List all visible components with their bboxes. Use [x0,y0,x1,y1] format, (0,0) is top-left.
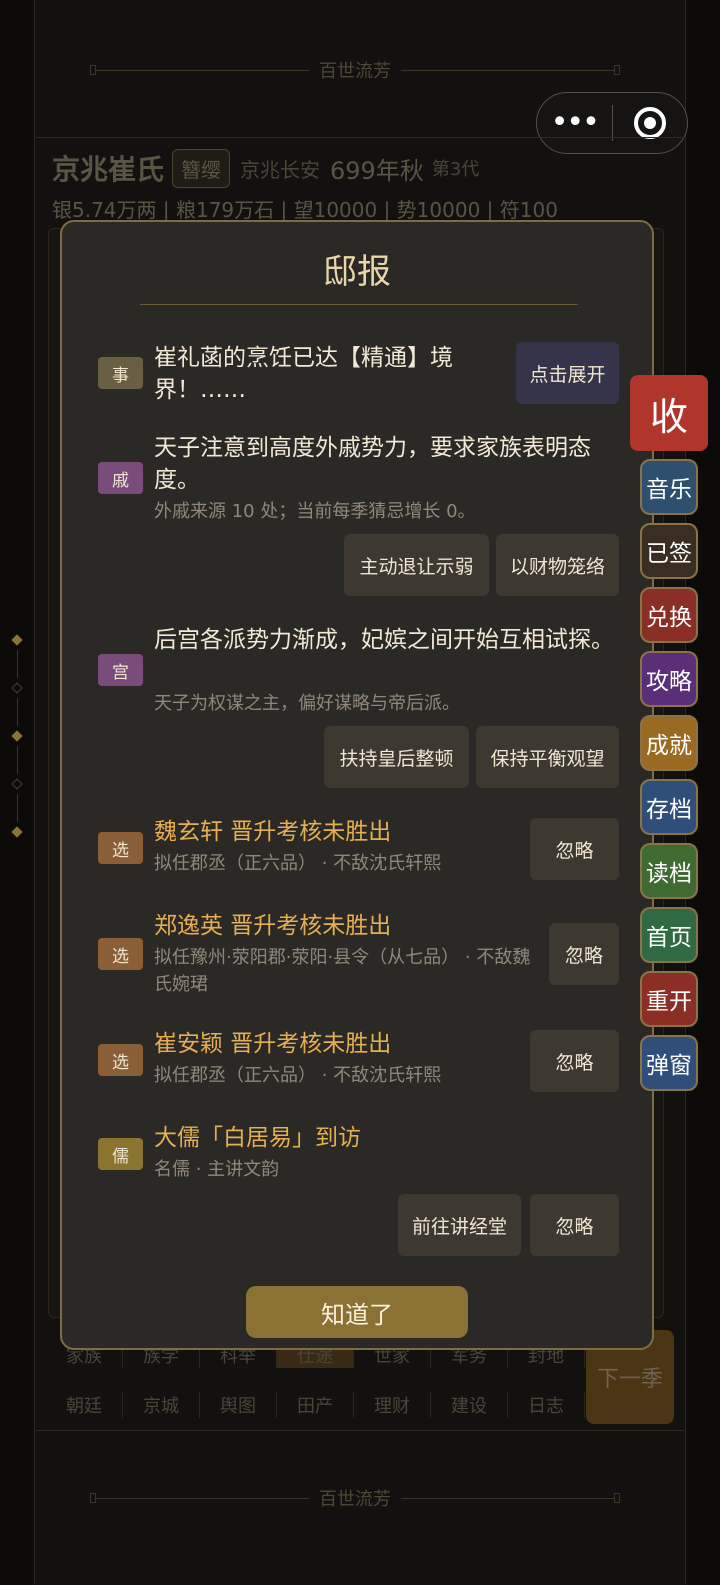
item-detail: 拟任豫州·荥阳郡·荥阳·县令（从七品） · 不敌魏氏婉珺 [154,947,531,995]
support-empress-button[interactable]: 扶持皇后整顿 [324,726,469,788]
home-button[interactable]: 首页 [640,907,698,963]
title-divider [140,304,578,305]
load-button[interactable]: 读档 [640,843,698,899]
item-detail: 天子为权谋之主，偏好谋略与帝后派。 [154,693,460,714]
signed-button[interactable]: 已签 [640,523,698,579]
item-title: 天子注意到高度外戚势力，要求家族表明态度。 [154,435,591,493]
event-badge: 选 [98,832,143,864]
close-miniprogram-button[interactable] [613,107,688,139]
game-title: 百世流芳 [319,61,391,82]
game-year: 699年秋 [330,156,424,185]
nav-tab[interactable]: 建设 [431,1392,508,1418]
guide-button[interactable]: 攻略 [640,651,698,707]
bottom-title-ornament: 百世流芳 [90,1483,620,1513]
confirm-button[interactable]: 知道了 [246,1286,468,1338]
item-title: 大儒「白居易」到访 [154,1125,361,1151]
ignore-button[interactable]: 忽略 [549,923,619,985]
event-badge: 选 [98,938,143,970]
expand-button[interactable]: 点击展开 [516,342,619,404]
more-icon[interactable]: ••• [537,108,612,138]
modal-title: 邸报 [323,252,391,292]
event-badge: 戚 [98,462,143,494]
popup-button[interactable]: 弹窗 [640,1035,698,1091]
game-screen: 百世流芳 ••• 京兆崔氏 簪缨 京兆长安 699年秋 第3代 银5.74万两 … [0,0,720,1585]
gazette-modal: 邸报 事 崔礼菡的烹饪已达【精通】境界！…… 点击展开 戚 天子注意到高度外戚势… [60,220,654,1350]
game-title-footer: 百世流芳 [319,1489,391,1510]
event-badge: 事 [98,357,143,389]
item-title: 后宫各派势力渐成，妃嫔之间开始互相试探。 [154,627,614,653]
exchange-button[interactable]: 兑换 [640,587,698,643]
family-header: 京兆崔氏 簪缨 京兆长安 699年秋 第3代 [52,148,479,188]
ignore-button[interactable]: 忽略 [530,818,619,880]
ignore-button[interactable]: 忽略 [530,1194,619,1256]
nav-tab[interactable]: 舆图 [200,1392,277,1418]
resource-stats: 银5.74万两 | 粮179万石 | 望10000 | 势10000 | 符10… [52,198,558,222]
top-title-ornament: 百世流芳 [90,55,620,85]
restart-button[interactable]: 重开 [640,971,698,1027]
item-detail: 拟任郡丞（正六品） · 不敌沈氏轩熙 [154,1065,442,1086]
record-icon [633,107,666,139]
visit-lecture-hall-button[interactable]: 前往讲经堂 [398,1194,521,1256]
item-title: 郑逸英 晋升考核未胜出 [154,913,392,939]
achievement-button[interactable]: 成就 [640,715,698,771]
nav-tab[interactable]: 京城 [123,1392,200,1418]
family-name: 京兆崔氏 [52,153,165,186]
ignore-button[interactable]: 忽略 [530,1030,619,1092]
yield-button[interactable]: 主动退让示弱 [344,534,489,596]
event-badge: 儒 [98,1138,143,1170]
side-decoration [10,630,24,842]
family-rank-badge: 簪缨 [172,148,231,188]
music-button[interactable]: 音乐 [640,459,698,515]
item-detail: 外戚来源 10 处；当前每季猜忌增长 0。 [154,501,476,522]
event-badge: 宫 [98,654,143,686]
generation: 第3代 [431,159,480,180]
stay-neutral-button[interactable]: 保持平衡观望 [476,726,619,788]
event-badge: 选 [98,1044,143,1076]
nav-tab[interactable]: 理财 [354,1392,431,1418]
nav-tab[interactable]: 田产 [277,1392,354,1418]
save-button[interactable]: 存档 [640,779,698,835]
collapse-menu-button[interactable]: 收 [630,375,708,451]
item-detail: 名儒 · 主讲文韵 [154,1159,280,1180]
miniprogram-capsule: ••• [536,92,688,154]
item-title: 崔安颖 晋升考核未胜出 [154,1031,392,1057]
item-title: 魏玄轩 晋升考核未胜出 [154,819,392,845]
bribe-button[interactable]: 以财物笼络 [496,534,619,596]
item-detail: 拟任郡丞（正六品） · 不敌沈氏轩熙 [154,853,442,874]
item-title: 崔礼菡的烹饪已达【精通】境界！…… [154,345,453,403]
nav-tab[interactable]: 日志 [508,1392,585,1418]
family-location: 京兆长安 [240,157,321,182]
nav-tab[interactable]: 朝廷 [46,1392,123,1418]
bottom-nav-row: 朝廷 京城 舆图 田产 理财 建设 日志 [46,1380,586,1430]
